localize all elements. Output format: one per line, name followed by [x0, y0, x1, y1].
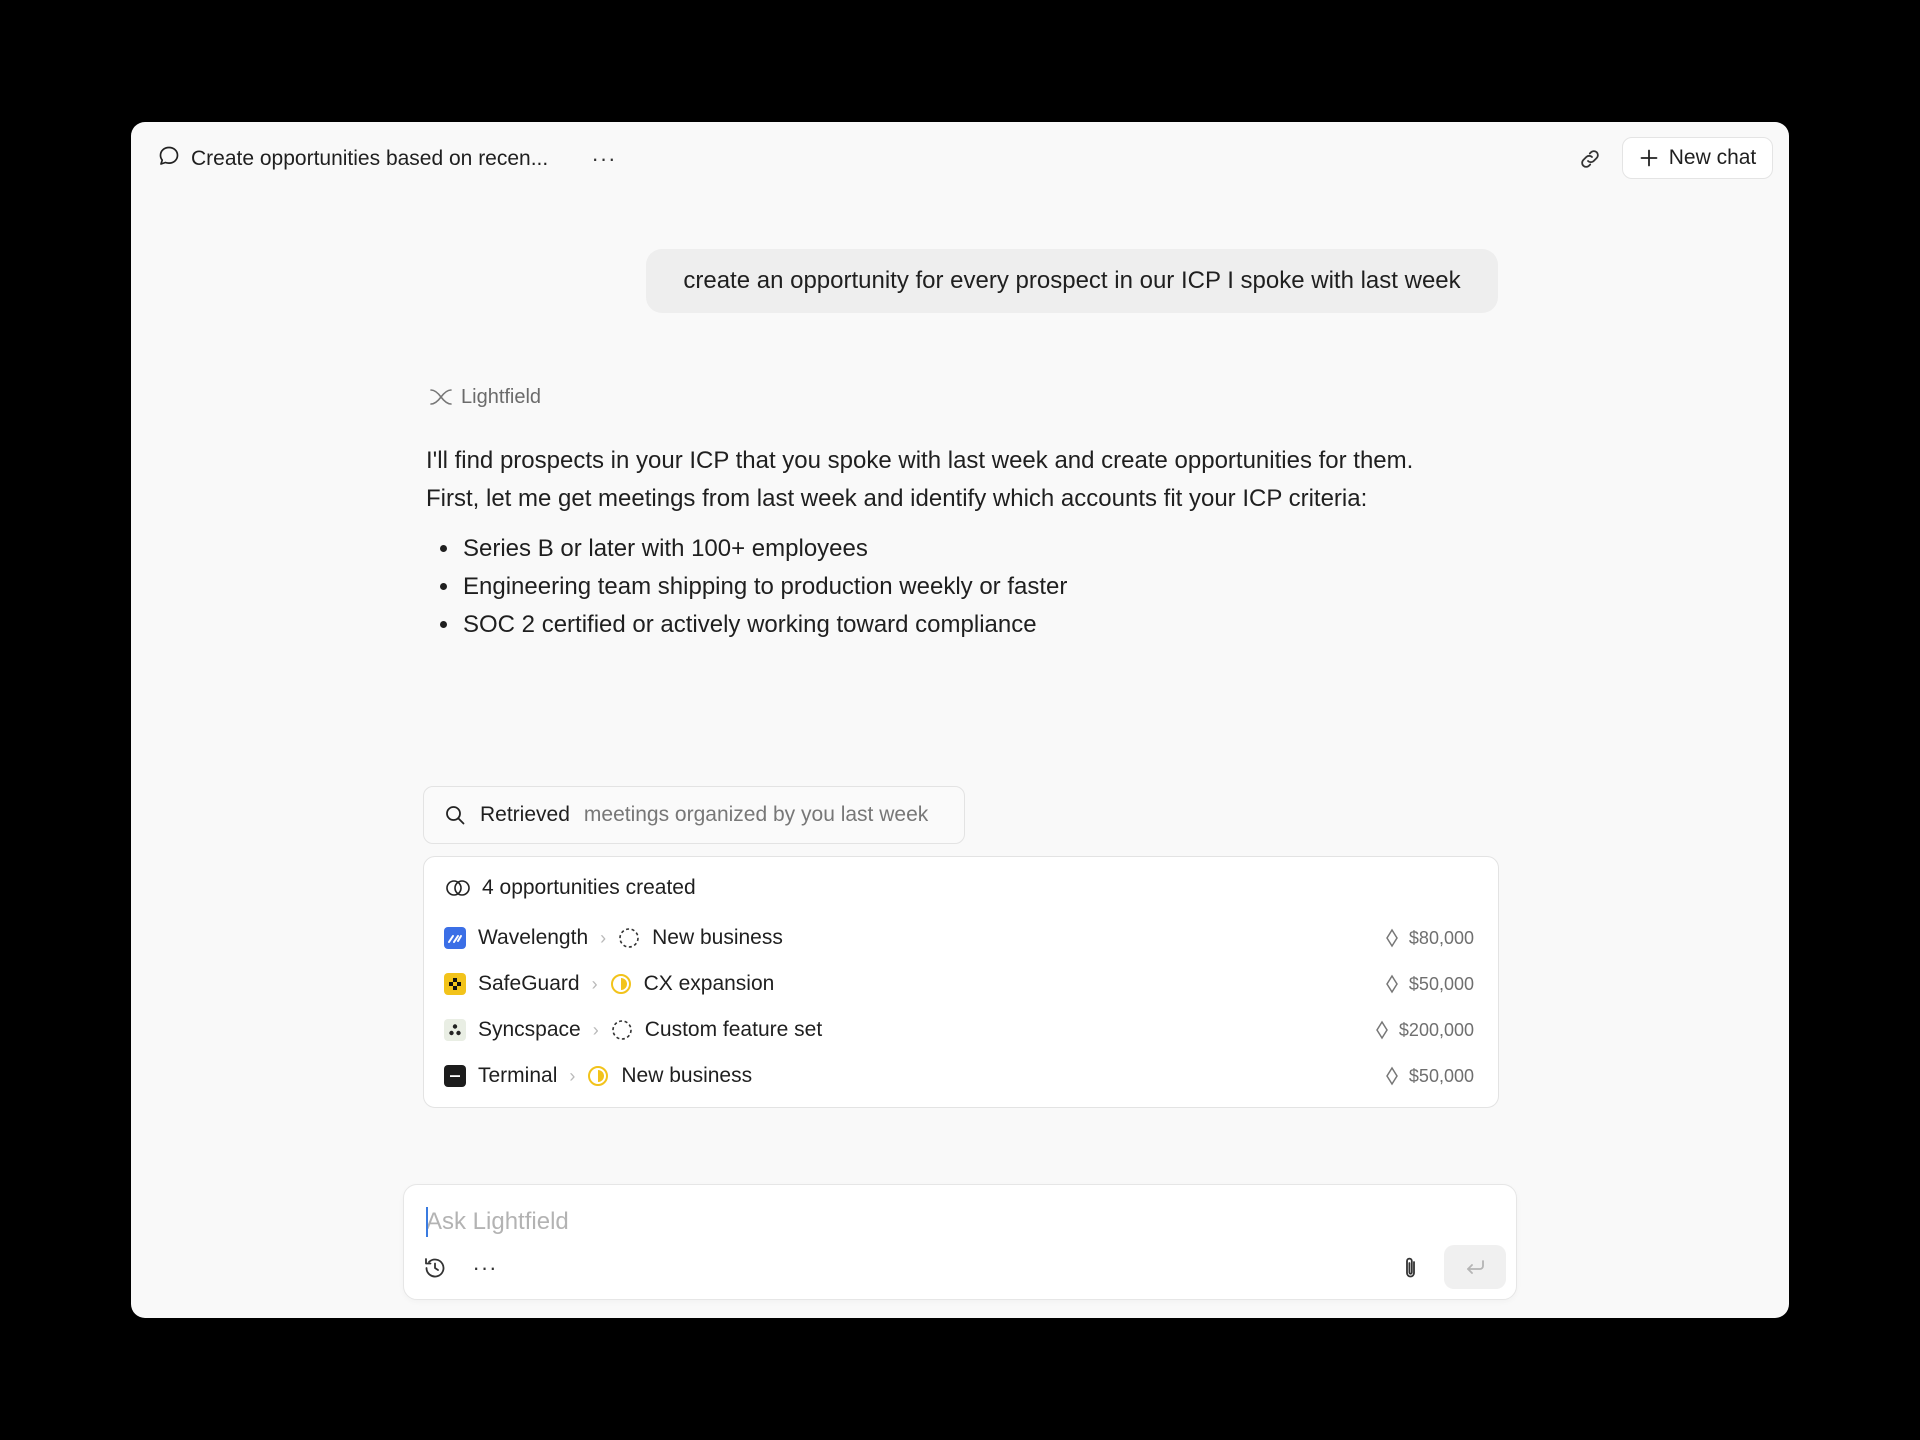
- chat-title-area[interactable]: Create opportunities based on recen...: [157, 144, 548, 174]
- icp-criteria-list: Series B or later with 100+ employees En…: [461, 530, 1510, 644]
- opportunity-amount: $50,000: [1385, 1066, 1474, 1087]
- user-message-bubble: create an opportunity for every prospect…: [646, 249, 1498, 313]
- new-chat-label: New chat: [1668, 146, 1757, 169]
- status-half-circle-icon: [588, 1066, 609, 1086]
- paperclip-icon: [1406, 1257, 1415, 1278]
- history-icon: [425, 1258, 445, 1278]
- opportunity-company: Wavelength: [478, 926, 589, 949]
- opportunity-amount-value: $50,000: [1408, 973, 1474, 994]
- status-dashed-circle-icon: [611, 1020, 632, 1040]
- message-composer: ···: [403, 1184, 1517, 1300]
- attach-button[interactable]: [1394, 1251, 1428, 1285]
- retrieved-detail: meetings organized by you last week: [583, 803, 929, 826]
- safeguard-logo-icon: [444, 973, 466, 995]
- copy-link-button[interactable]: [1573, 142, 1607, 176]
- link-icon: [1581, 150, 1599, 168]
- list-item: Engineering team shipping to production …: [461, 568, 1510, 606]
- opportunity-stage: Custom feature set: [644, 1018, 823, 1041]
- opportunity-company: Syncspace: [478, 1018, 581, 1041]
- search-icon: [446, 806, 465, 825]
- terminal-logo-icon: [444, 1065, 466, 1087]
- new-chat-button[interactable]: New chat: [1622, 137, 1773, 179]
- opportunity-amount: $200,000: [1375, 1020, 1474, 1041]
- diamond-icon: [1386, 1066, 1398, 1086]
- lightfield-logo-icon: [430, 389, 452, 405]
- status-dashed-circle-icon: [619, 928, 639, 948]
- history-button[interactable]: [418, 1251, 452, 1285]
- status-half-circle-icon: [610, 974, 631, 994]
- opportunities-summary: 4 opportunities created: [482, 876, 696, 899]
- opportunities-header: 4 opportunities created: [444, 873, 696, 903]
- syncspace-logo-icon: [444, 1019, 466, 1041]
- composer-more-button[interactable]: ···: [468, 1251, 502, 1285]
- chevron-right-icon: ›: [600, 927, 607, 948]
- chevron-right-icon: ›: [592, 1019, 599, 1040]
- chevron-right-icon: ›: [591, 973, 598, 994]
- opportunity-row[interactable]: Terminal › New business $50,000: [444, 1059, 1474, 1093]
- list-item: Series B or later with 100+ employees: [461, 530, 1510, 568]
- assistant-name: Lightfield: [461, 385, 542, 408]
- opportunity-stage: CX expansion: [643, 972, 775, 995]
- enter-icon: [1467, 1260, 1484, 1274]
- text-caret: [426, 1207, 428, 1237]
- list-item: SOC 2 certified or actively working towa…: [461, 606, 1510, 644]
- assistant-response: Lightfield I'll find prospects in your I…: [423, 382, 1510, 1108]
- chat-bubble-icon: [157, 144, 181, 174]
- retrieved-tool-call[interactable]: Retrieved meetings organized by you last…: [423, 786, 965, 844]
- assistant-intro-line-2: First, let me get meetings from last wee…: [426, 485, 1368, 512]
- chat-title: Create opportunities based on recen...: [191, 147, 549, 170]
- opportunity-amount: $50,000: [1385, 974, 1474, 995]
- opportunity-stage: New business: [621, 1064, 753, 1087]
- ask-input[interactable]: [426, 1205, 1326, 1239]
- assistant-header: Lightfield: [429, 382, 1510, 412]
- opportunities-icon: [446, 880, 470, 896]
- opportunity-company: Terminal: [478, 1064, 558, 1087]
- opportunity-amount-value: $50,000: [1408, 1065, 1474, 1086]
- diamond-icon: [1386, 928, 1398, 948]
- opportunity-company: SafeGuard: [478, 972, 580, 995]
- assistant-intro-line-1: I'll find prospects in your ICP that you…: [426, 447, 1414, 474]
- user-message-text: create an opportunity for every prospect…: [683, 267, 1461, 294]
- app-window: Create opportunities based on recen... ·…: [131, 122, 1789, 1318]
- plus-icon: [1640, 149, 1658, 167]
- opportunities-card: 4 opportunities created Wavelength › New…: [423, 856, 1499, 1108]
- retrieved-label: Retrieved: [480, 803, 570, 826]
- opportunity-amount: $80,000: [1385, 928, 1474, 949]
- opportunity-row[interactable]: Syncspace › Custom feature set $200,000: [444, 1013, 1474, 1047]
- diamond-icon: [1386, 974, 1398, 994]
- chat-more-button[interactable]: ···: [587, 144, 621, 174]
- opportunity-row[interactable]: SafeGuard › CX expansion $50,000: [444, 967, 1474, 1001]
- diamond-icon: [1376, 1020, 1388, 1040]
- chevron-right-icon: ›: [569, 1065, 576, 1086]
- opportunity-stage: New business: [652, 926, 783, 949]
- header: Create opportunities based on recen... ·…: [131, 122, 1789, 194]
- opportunity-amount-value: $200,000: [1398, 1019, 1474, 1040]
- wavelength-logo-icon: [444, 927, 466, 949]
- opportunity-row[interactable]: Wavelength › New business $80,000: [444, 921, 1474, 955]
- assistant-intro: I'll find prospects in your ICP that you…: [426, 442, 1510, 518]
- opportunity-amount-value: $80,000: [1408, 927, 1474, 948]
- send-button[interactable]: [1444, 1245, 1506, 1289]
